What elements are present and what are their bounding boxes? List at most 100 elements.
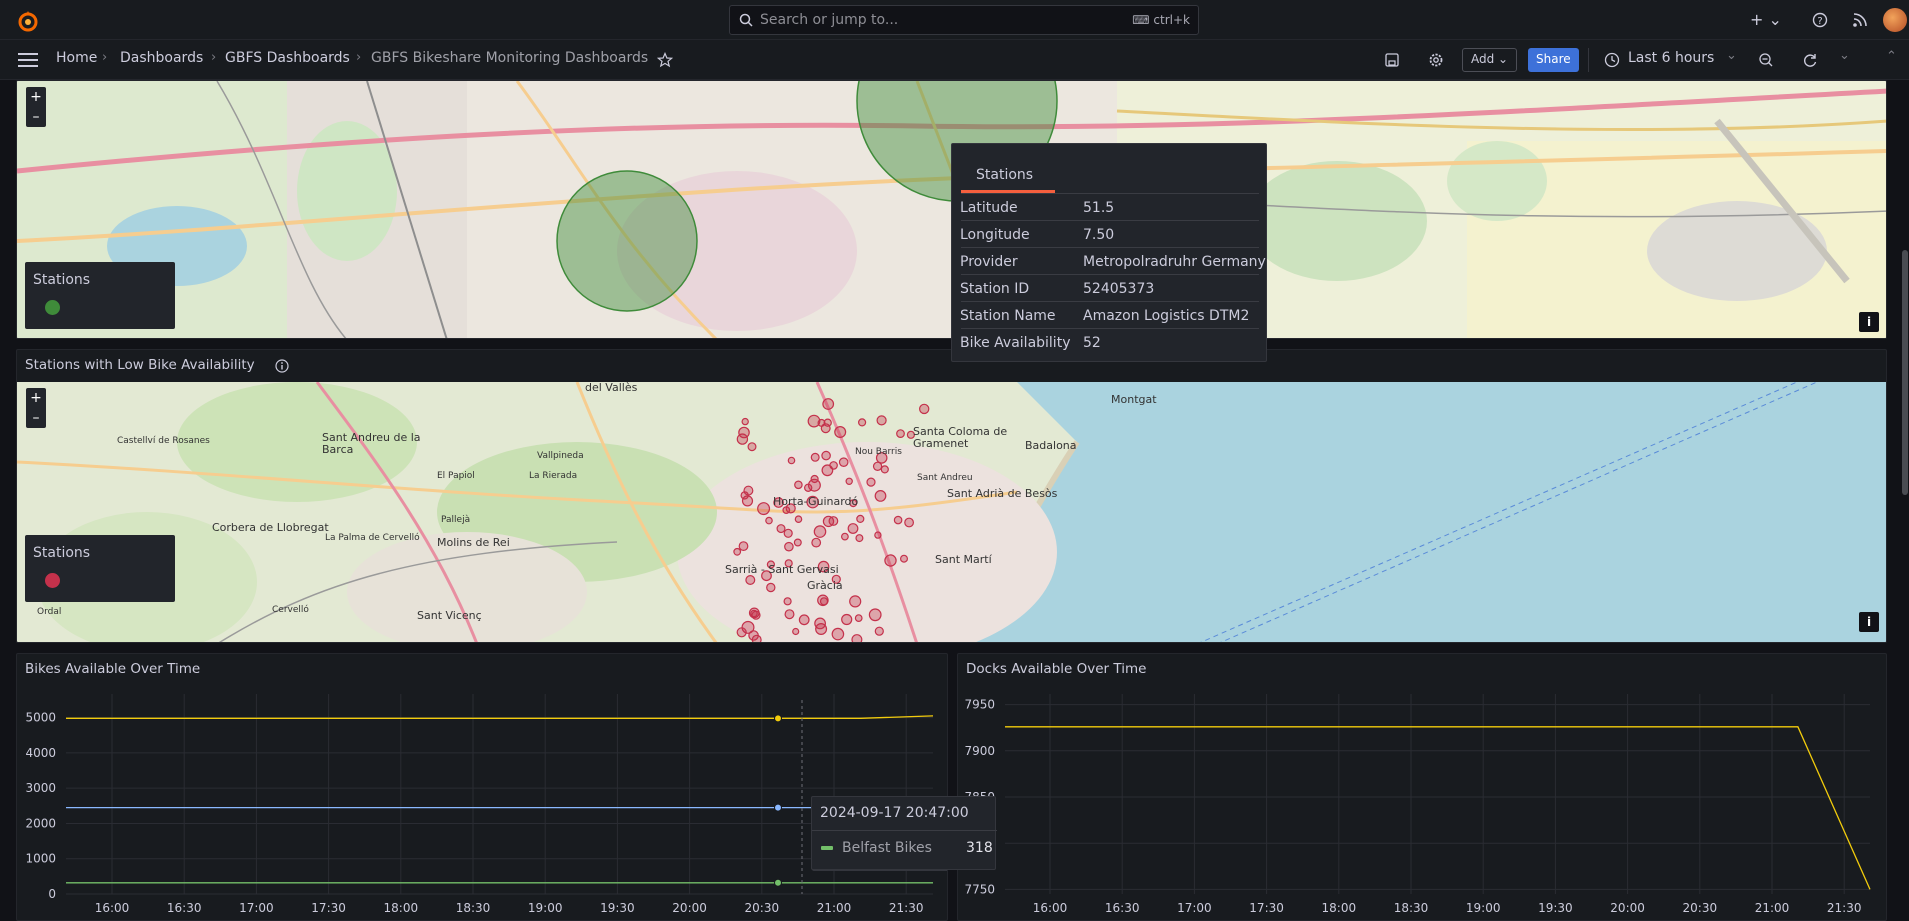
- station-marker[interactable]: [899, 554, 908, 563]
- station-marker[interactable]: [884, 554, 897, 567]
- station-marker[interactable]: [787, 456, 796, 465]
- station-marker[interactable]: [747, 442, 757, 452]
- page-scrollbar[interactable]: [1902, 250, 1908, 495]
- user-avatar[interactable]: [1883, 8, 1907, 32]
- news-rss-icon[interactable]: [1852, 12, 1868, 28]
- tooltip-tab-stations[interactable]: Stations: [976, 167, 1033, 183]
- station-marker[interactable]: [783, 597, 792, 606]
- station-marker[interactable]: [845, 477, 853, 486]
- collapse-chevron-up-icon[interactable]: ⌃: [1886, 49, 1897, 64]
- add-button[interactable]: Add ⌄: [1462, 48, 1518, 72]
- series-line[interactable]: [66, 715, 934, 719]
- zoom-out-button[interactable]: –: [26, 107, 46, 127]
- station-marker[interactable]: [904, 517, 914, 528]
- station-marker[interactable]: [851, 634, 863, 643]
- tooltip-value: 52: [1083, 335, 1101, 351]
- breadcrumb-dashboards[interactable]: Dashboards: [120, 50, 203, 66]
- station-marker[interactable]: [868, 608, 882, 622]
- station-marker[interactable]: [776, 524, 786, 534]
- breadcrumb-folder[interactable]: GBFS Dashboards: [225, 50, 350, 66]
- station-marker[interactable]: [807, 478, 821, 492]
- station-marker[interactable]: [821, 450, 831, 461]
- station-marker[interactable]: [766, 582, 776, 593]
- station-marker[interactable]: [757, 502, 771, 516]
- station-marker[interactable]: [792, 627, 800, 636]
- station-marker[interactable]: [854, 614, 863, 623]
- station-marker[interactable]: [855, 534, 864, 543]
- docks-line-chart[interactable]: 16:00 16:30 17:00 17:30 18:00 18:30 19:00 19:30…: [958, 654, 1887, 921]
- station-marker[interactable]: [738, 426, 750, 439]
- station-marker[interactable]: [896, 429, 905, 438]
- station-marker[interactable]: [741, 417, 749, 426]
- station-marker[interactable]: [751, 610, 761, 620]
- chevron-down-icon[interactable]: ⌄: [1726, 48, 1737, 63]
- station-marker[interactable]: [847, 523, 859, 534]
- info-circle-icon[interactable]: [275, 359, 289, 373]
- refresh-interval-chevron-icon[interactable]: ⌄: [1839, 48, 1850, 63]
- station-marker[interactable]: [857, 418, 867, 427]
- station-marker[interactable]: [814, 617, 826, 630]
- station-marker[interactable]: [733, 547, 742, 556]
- station-marker[interactable]: [831, 627, 845, 641]
- zoom-in-button[interactable]: +: [26, 388, 46, 408]
- save-icon[interactable]: [1384, 52, 1400, 68]
- station-marker[interactable]: [765, 516, 773, 525]
- station-marker[interactable]: [919, 403, 930, 415]
- map-attribution-info-button[interactable]: i: [1859, 312, 1879, 332]
- station-marker[interactable]: [849, 595, 862, 608]
- station-marker[interactable]: [822, 398, 835, 410]
- station-marker[interactable]: [794, 480, 803, 490]
- station-marker[interactable]: [866, 477, 876, 487]
- station-marker[interactable]: [874, 489, 887, 502]
- zoom-out-icon[interactable]: [1758, 52, 1774, 68]
- station-marker[interactable]: [841, 613, 853, 626]
- grafana-logo-icon[interactable]: [16, 9, 40, 33]
- station-marker[interactable]: [810, 452, 820, 462]
- clock-icon[interactable]: [1604, 52, 1620, 68]
- station-marker[interactable]: [783, 528, 793, 538]
- station-marker[interactable]: [841, 532, 849, 541]
- station-marker[interactable]: [813, 525, 827, 538]
- map-attribution-info-button[interactable]: i: [1859, 612, 1879, 632]
- station-marker[interactable]: [874, 626, 884, 636]
- help-icon[interactable]: ?: [1812, 12, 1828, 28]
- station-marker[interactable]: [817, 418, 826, 427]
- search-bar[interactable]: Search or jump to... ⌨ ctrl+k: [729, 5, 1199, 35]
- station-marker[interactable]: [745, 575, 756, 586]
- station-marker[interactable]: [736, 627, 747, 638]
- station-marker[interactable]: [748, 630, 759, 641]
- station-marker[interactable]: [829, 461, 838, 470]
- station-marker[interactable]: [784, 609, 795, 620]
- station-marker[interactable]: [793, 538, 802, 547]
- station-marker[interactable]: [740, 491, 749, 500]
- station-marker[interactable]: [834, 425, 847, 438]
- station-marker[interactable]: [817, 594, 829, 607]
- station-marker[interactable]: [822, 515, 835, 528]
- station-marker[interactable]: [893, 515, 903, 525]
- station-marker[interactable]: [794, 515, 803, 524]
- x-tick-label: 16:30: [167, 901, 202, 915]
- station-marker[interactable]: [880, 465, 889, 474]
- breadcrumb-home[interactable]: Home: [56, 50, 97, 66]
- time-range-picker[interactable]: Last 6 hours: [1628, 50, 1714, 66]
- new-plus-icon[interactable]: + ⌄: [1750, 10, 1782, 29]
- station-marker[interactable]: [798, 614, 810, 626]
- low-availability-map[interactable]: del Vallès Montgat Santa Coloma de Gramene…: [17, 382, 1886, 643]
- refresh-icon[interactable]: [1802, 52, 1818, 68]
- legend-marker: [45, 300, 60, 315]
- share-button[interactable]: Share: [1528, 48, 1579, 72]
- station-marker[interactable]: [811, 537, 822, 548]
- station-marker[interactable]: [784, 541, 794, 552]
- station-marker[interactable]: [738, 541, 749, 552]
- settings-gear-icon[interactable]: [1428, 52, 1444, 68]
- station-marker[interactable]: [876, 415, 887, 426]
- bikes-line-chart[interactable]: 16:00 16:30 17:00 17:30 18:00 18:30 19:00 19:30…: [17, 654, 948, 921]
- station-marker[interactable]: [838, 457, 849, 467]
- star-icon[interactable]: [657, 52, 673, 68]
- station-marker[interactable]: [856, 514, 865, 523]
- zoom-in-button[interactable]: +: [26, 87, 46, 107]
- zoom-out-button[interactable]: –: [26, 408, 46, 428]
- hover-point: [774, 714, 782, 723]
- station-marker[interactable]: [874, 531, 882, 539]
- menu-hamburger-icon[interactable]: [18, 53, 38, 67]
